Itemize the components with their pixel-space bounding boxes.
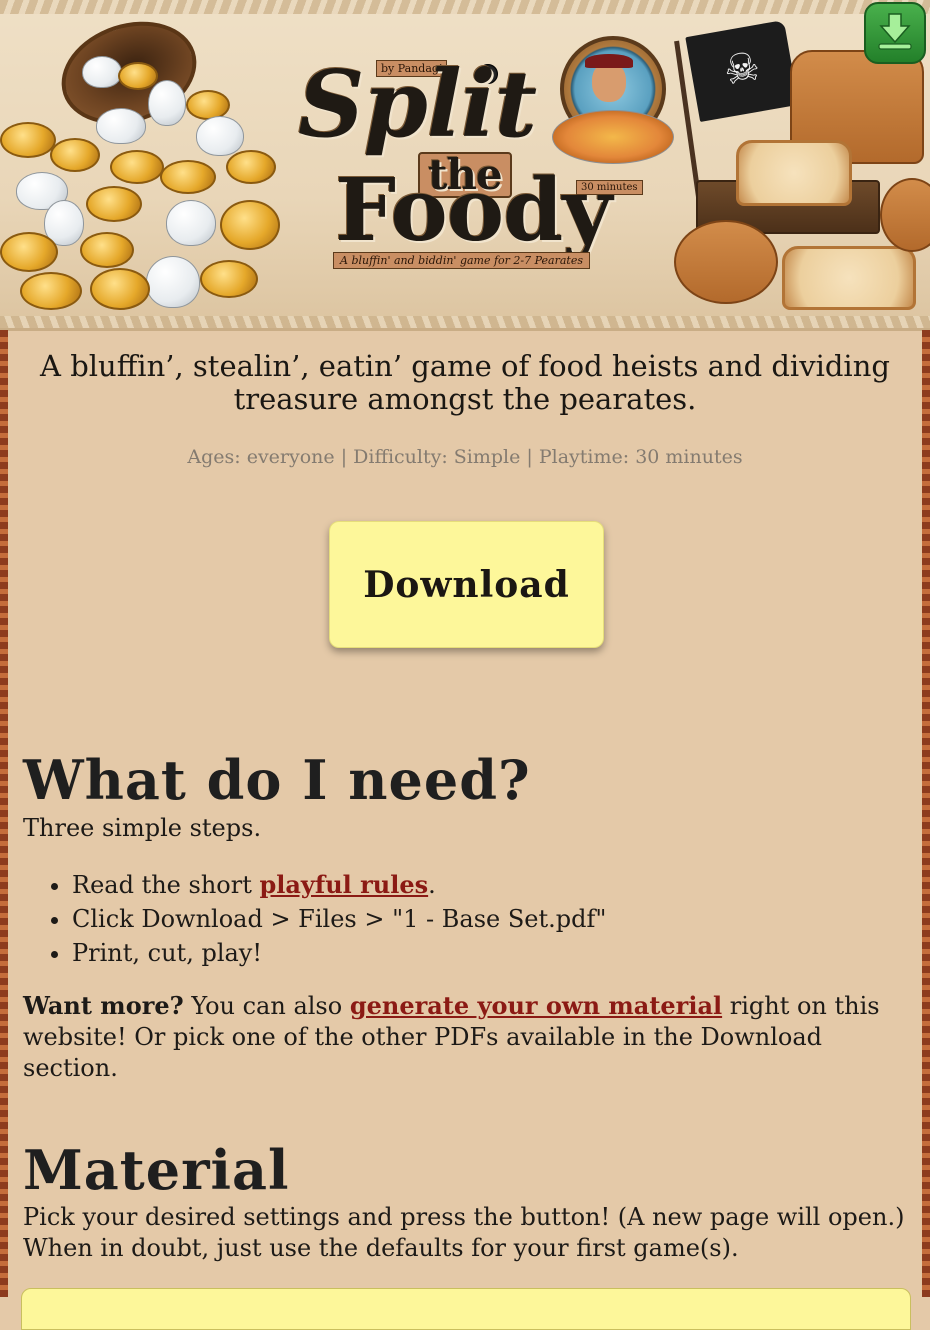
coin-illustration bbox=[86, 186, 142, 222]
logo-title-split: Split bbox=[298, 50, 537, 158]
playful-rules-link[interactable]: playful rules bbox=[259, 870, 428, 899]
coin-illustration bbox=[118, 62, 158, 90]
playtime-tag: 30 minutes bbox=[576, 180, 643, 195]
section-heading-what-do-i-need: What do I need? bbox=[23, 748, 531, 812]
download-corner-button[interactable] bbox=[864, 2, 926, 64]
pirate-illustration bbox=[592, 62, 626, 102]
bread-roll-illustration bbox=[880, 178, 930, 252]
pirate-hat-illustration bbox=[585, 54, 633, 68]
logo-title-foody: Foody bbox=[335, 160, 612, 261]
download-button[interactable]: Download bbox=[329, 521, 604, 648]
list-item: Print, cut, play! bbox=[72, 936, 606, 970]
logo-tagline: A bluffin' and biddin' game for 2-7 Pear… bbox=[333, 252, 591, 269]
coin-illustration bbox=[226, 150, 276, 184]
coin-illustration bbox=[200, 260, 258, 298]
coin-illustration bbox=[50, 138, 100, 172]
egg-illustration bbox=[146, 256, 200, 308]
rope-border-bottom bbox=[0, 316, 930, 328]
egg-illustration bbox=[166, 200, 216, 246]
download-arrow-icon bbox=[878, 13, 912, 50]
gold-coins-illustration bbox=[0, 5, 290, 310]
want-more-label: Want more? bbox=[23, 991, 184, 1020]
material-settings-panel bbox=[21, 1288, 911, 1330]
bread-slice-illustration bbox=[782, 246, 916, 310]
list-item: Read the short playful rules. bbox=[72, 868, 606, 902]
coin-illustration bbox=[80, 232, 134, 268]
bread-slice-illustration bbox=[736, 140, 852, 206]
pizza-illustration bbox=[552, 110, 674, 164]
egg-illustration bbox=[196, 116, 244, 156]
header-banner: ☠ by Pandagi Split the Foody 30 minutes … bbox=[0, 0, 930, 331]
coin-illustration bbox=[110, 150, 164, 184]
generate-material-link[interactable]: generate your own material bbox=[350, 991, 722, 1020]
coin-illustration bbox=[220, 200, 280, 250]
egg-illustration bbox=[148, 80, 186, 126]
game-subtitle: A bluffin’, stealin’, eatin’ game of foo… bbox=[40, 349, 890, 416]
coin-illustration bbox=[90, 268, 150, 310]
material-description: Pick your desired settings and press the… bbox=[23, 1203, 905, 1262]
game-meta-info: Ages: everyone | Difficulty: Simple | Pl… bbox=[187, 446, 743, 468]
step1-prefix: Read the short bbox=[72, 871, 260, 899]
want-more-prefix: You can also bbox=[183, 992, 350, 1020]
rope-border-left bbox=[0, 330, 8, 1297]
steps-lead: Three simple steps. bbox=[23, 814, 262, 842]
step1-suffix: . bbox=[428, 871, 436, 899]
list-item: Click Download > Files > "1 - Base Set.p… bbox=[72, 902, 606, 936]
coin-illustration bbox=[160, 160, 216, 194]
egg-illustration bbox=[82, 56, 122, 88]
egg-illustration bbox=[96, 108, 146, 144]
rope-border-right bbox=[922, 330, 930, 1297]
want-more-paragraph: Want more? You can also generate your ow… bbox=[23, 990, 907, 1084]
section-heading-material: Material bbox=[23, 1138, 290, 1202]
steps-list: Read the short playful rules. Click Down… bbox=[48, 868, 606, 970]
coin-illustration bbox=[0, 122, 56, 158]
main-content: A bluffin’, stealin’, eatin’ game of foo… bbox=[21, 330, 911, 1330]
bread-roll-illustration bbox=[674, 220, 778, 304]
coin-illustration bbox=[0, 232, 58, 272]
coin-illustration bbox=[20, 272, 82, 310]
